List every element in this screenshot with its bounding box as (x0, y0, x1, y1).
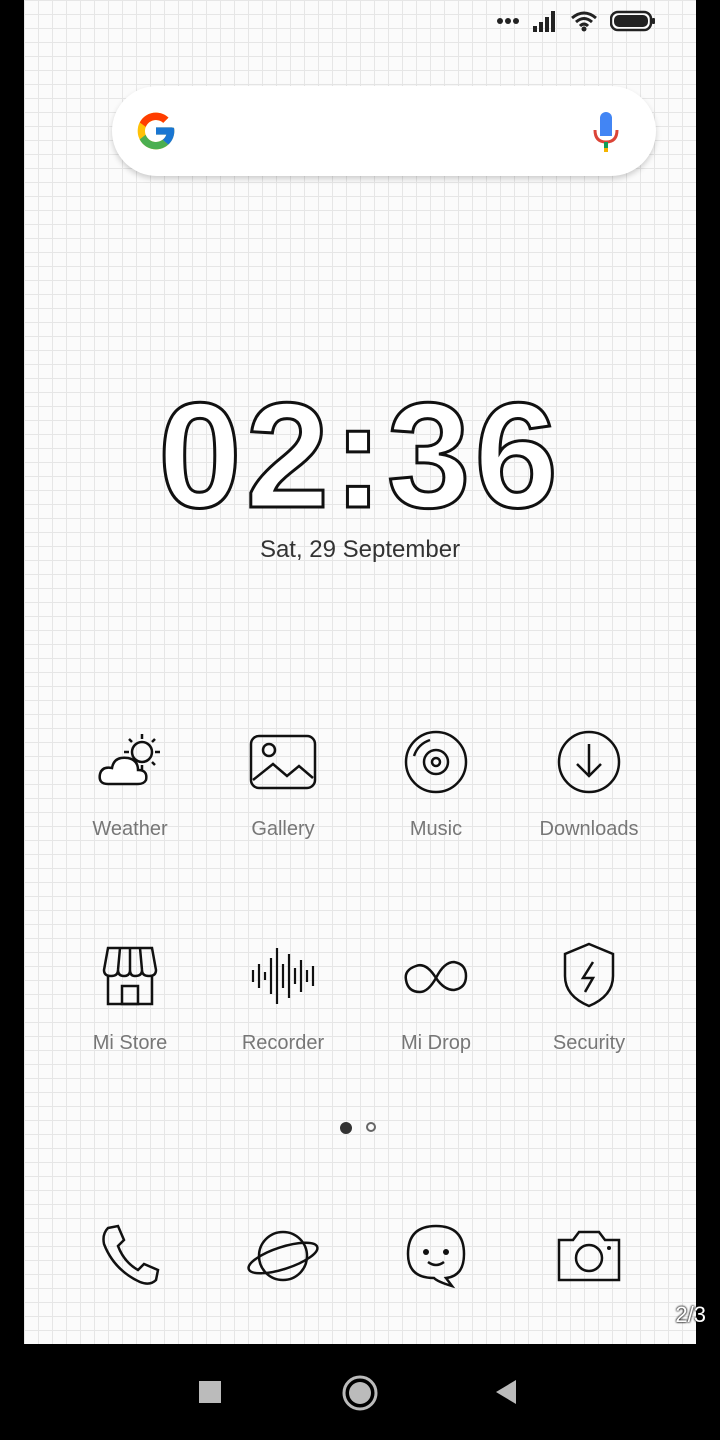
shield-icon (563, 942, 615, 1008)
messaging-icon (406, 1224, 466, 1289)
app-label: Security (552, 1032, 626, 1054)
page-indicator: 2/3 (675, 1302, 706, 1327)
store-icon (102, 946, 158, 1006)
home-screen (24, 0, 696, 1344)
browser-planet-icon (247, 1230, 319, 1282)
app-label: Recorder (241, 1032, 325, 1054)
home-circle-icon[interactable] (341, 1374, 379, 1412)
app-security[interactable]: Security (514, 940, 664, 1055)
app-music[interactable]: Music (361, 726, 511, 841)
status-bar (496, 10, 656, 32)
app-gallery[interactable]: Gallery (208, 726, 358, 841)
clock-time: 02:36 (157, 371, 562, 539)
infinity-icon (404, 960, 468, 994)
app-label: Weather (92, 818, 168, 840)
phone-icon (102, 1224, 160, 1285)
app-recorder[interactable]: Recorder (208, 940, 358, 1055)
app-downloads[interactable]: Downloads (514, 726, 664, 841)
app-mi-drop[interactable]: Mi Drop (361, 940, 511, 1055)
page-dot-inactive (366, 1122, 376, 1132)
page-dot-active (340, 1122, 352, 1134)
google-search-bar[interactable] (112, 86, 656, 176)
app-label: Mi Drop (400, 1032, 471, 1054)
music-icon (404, 730, 468, 794)
app-label: Music (409, 818, 463, 840)
app-label: Downloads (539, 818, 639, 840)
signal-icon (533, 11, 555, 32)
recorder-icon (251, 948, 315, 1004)
weather-icon (98, 734, 160, 786)
recents-square-icon[interactable] (198, 1380, 222, 1404)
app-label: Gallery (251, 818, 315, 840)
app-weather[interactable]: Weather (55, 726, 205, 841)
app-label: Mi Store (92, 1032, 168, 1054)
battery-icon (610, 10, 655, 32)
clock-widget[interactable]: 02:36 Sat, 29 September (0, 371, 720, 564)
downloads-icon (557, 730, 621, 794)
dock-phone[interactable] (55, 1220, 205, 1292)
navigation-bar (0, 1344, 720, 1440)
mic-icon[interactable] (592, 110, 620, 154)
dock-browser[interactable] (208, 1220, 358, 1292)
wifi-icon (571, 11, 597, 32)
page-dots (340, 1122, 376, 1134)
app-mi-store[interactable]: Mi Store (55, 940, 205, 1055)
camera-icon (557, 1230, 621, 1282)
more-dots-icon (497, 18, 519, 24)
dock-messaging[interactable] (361, 1220, 511, 1292)
gallery-icon (249, 734, 317, 790)
google-logo-icon (137, 112, 175, 150)
clock-date: Sat, 29 September (259, 536, 461, 563)
back-triangle-icon[interactable] (494, 1379, 518, 1405)
dock-camera[interactable] (514, 1220, 664, 1292)
